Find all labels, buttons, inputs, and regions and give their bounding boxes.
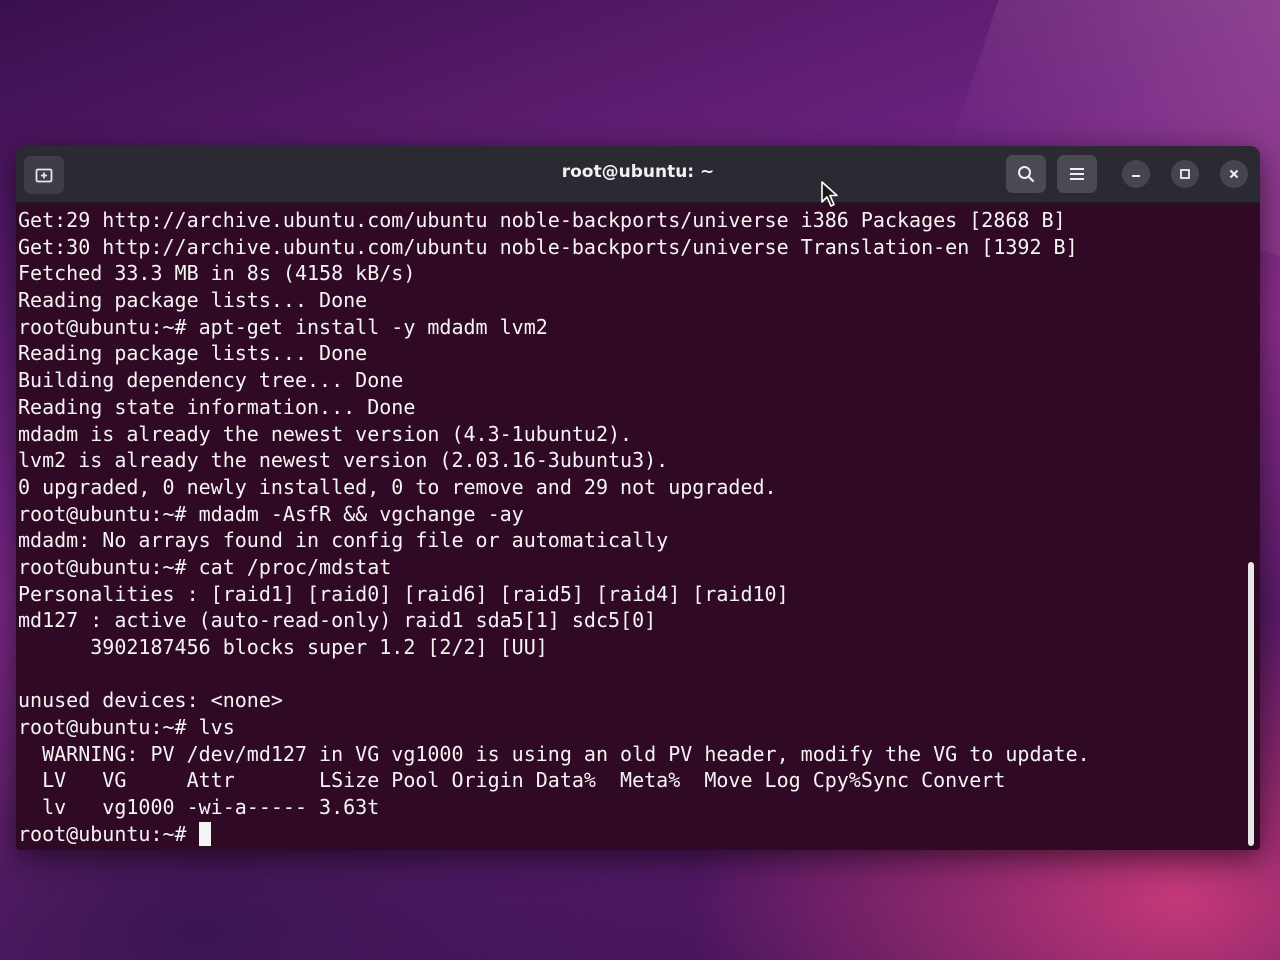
scrollbar[interactable] [1246,206,1254,846]
terminal-line: LV VG Attr LSize Pool Origin Data% Meta%… [18,768,1006,793]
menu-button[interactable] [1057,155,1097,193]
minimize-button[interactable] [1122,160,1150,188]
terminal-line: Fetched 33.3 MB in 8s (4158 kB/s) [18,261,416,286]
terminal-line: lvm2 is already the newest version (2.03… [18,448,669,473]
minimize-icon [1132,175,1140,177]
search-icon [1018,166,1035,183]
terminal-prompt-line[interactable]: root@ubuntu:~# [18,821,1260,848]
terminal-prompt: root@ubuntu:~# [18,821,199,846]
terminal-line: 3902187456 blocks super 1.2 [2/2] [UU] [18,635,548,659]
terminal-line: root@ubuntu:~# lvs [18,715,235,740]
maximize-button[interactable] [1171,160,1199,188]
terminal-line: Reading state information... Done [18,394,416,419]
terminal-line: root@ubuntu:~# cat /proc/mdstat [18,554,392,579]
terminal-line: Personalities : [raid1] [raid0] [raid6] … [18,581,789,606]
terminal-line: Reading package lists... Done [18,341,368,366]
terminal-line: Get:30 http://archive.ubuntu.com/ubuntu … [18,234,1078,259]
terminal-line: Reading package lists... Done [18,288,368,313]
titlebar: root@ubuntu: ~ [16,146,1260,203]
terminal-line: root@ubuntu:~# apt-get install -y mdadm … [18,314,548,339]
terminal-line: Building dependency tree... Done [18,368,404,393]
terminal-line: Get:29 http://archive.ubuntu.com/ubuntu … [18,208,1066,232]
terminal-line: md127 : active (auto-read-only) raid1 sd… [18,608,657,633]
terminal-line: WARNING: PV /dev/md127 in VG vg1000 is u… [18,741,1090,766]
maximize-icon [1180,169,1190,179]
terminal-output[interactable]: Get:29 http://archive.ubuntu.com/ubuntu … [16,203,1260,850]
terminal-line: mdadm is already the newest version (4.3… [18,421,633,446]
terminal-line: unused devices: <none> [18,688,283,713]
scrollbar-thumb[interactable] [1248,562,1254,846]
terminal-line: 0 upgraded, 0 newly installed, 0 to remo… [18,474,777,499]
terminal-line: lv vg1000 -wi-a----- 3.63t [18,795,380,820]
terminal-line: mdadm: No arrays found in config file or… [18,528,669,553]
close-button[interactable] [1220,160,1248,188]
terminal-window: root@ubuntu: ~ Get:29 http://archive.ubu… [16,146,1260,850]
hamburger-menu-icon [1070,168,1084,180]
terminal-line: root@ubuntu:~# mdadm -AsfR && vgchange -… [18,501,524,526]
search-button[interactable] [1006,155,1046,193]
close-icon [1229,169,1239,179]
text-cursor [198,821,211,846]
